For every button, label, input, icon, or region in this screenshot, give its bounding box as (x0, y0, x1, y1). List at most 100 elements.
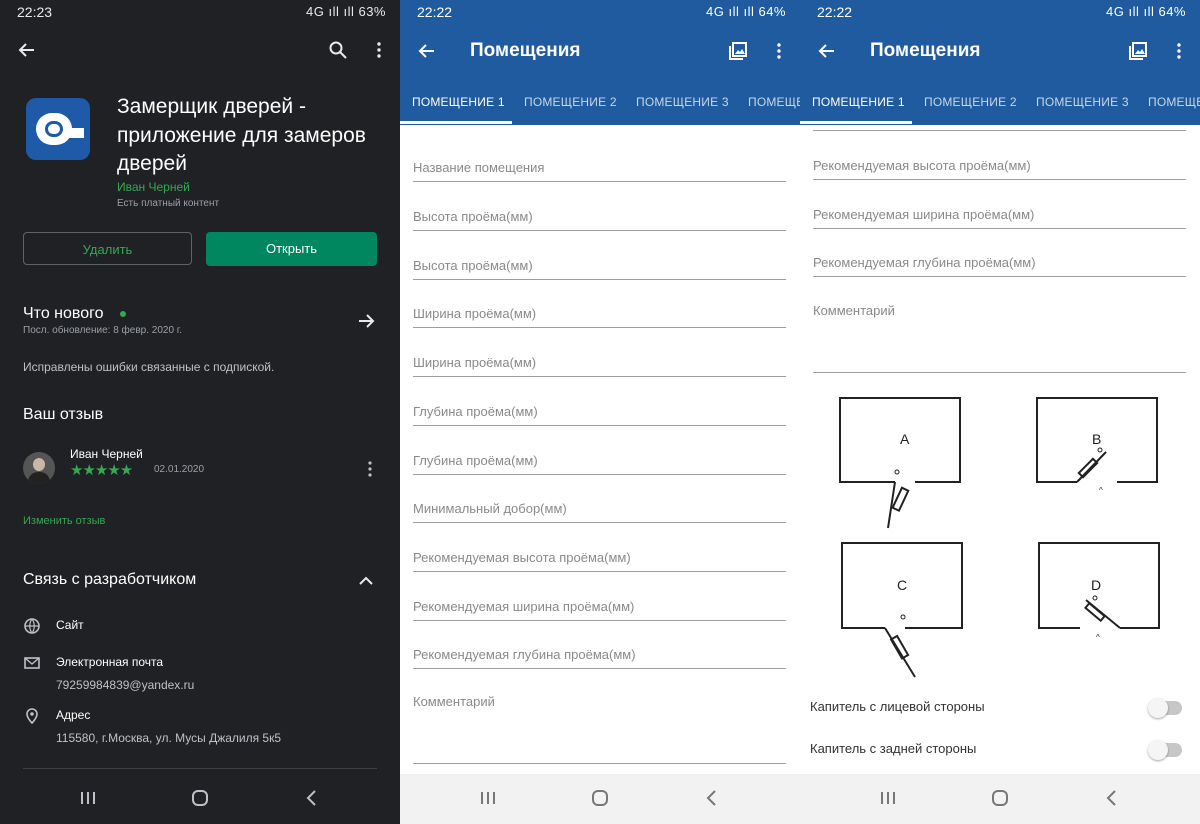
more-vert-icon[interactable] (1170, 42, 1188, 60)
opening-width-field-2[interactable] (413, 354, 786, 377)
opening-width-field-1[interactable] (413, 305, 786, 328)
status-bar: 22:23 4G ıll ıll 63% (0, 0, 400, 26)
rec-height-input[interactable] (413, 550, 786, 565)
app-bar: 22:22 4G ıll ıll 64% Помещения ПОМЕЩЕНИЕ… (800, 0, 1200, 125)
diagram-marker-d: ^ (1096, 633, 1100, 642)
uninstall-button[interactable]: Удалить (23, 232, 192, 265)
address-label: Адрес (56, 708, 91, 722)
app-bar: 22:22 4G ıll ıll 64% Помещения ПОМЕЩЕНИЕ… (400, 0, 800, 125)
rec-depth-input[interactable] (813, 255, 1186, 270)
tab-room-2[interactable]: ПОМЕЩЕНИЕ 2 (924, 95, 1017, 109)
tab-room-1[interactable]: ПОМЕЩЕНИЕ 1 (412, 95, 505, 109)
recent-apps-icon[interactable] (878, 788, 898, 808)
door-diagram-a[interactable] (839, 397, 961, 529)
email-value[interactable]: 79259984839@yandex.ru (56, 678, 194, 692)
rec-width-field[interactable] (413, 598, 786, 621)
rec-width-field[interactable] (813, 206, 1186, 229)
image-icon[interactable] (1128, 41, 1148, 61)
rec-depth-field[interactable] (413, 646, 786, 669)
comment-field[interactable] (413, 693, 786, 764)
rec-height-input[interactable] (813, 158, 1186, 173)
back-arrow-icon[interactable] (818, 42, 836, 60)
rec-width-input[interactable] (813, 207, 1186, 222)
tab-room-4[interactable]: ПОМЕЩЕ (1148, 95, 1200, 109)
opening-depth-input-2[interactable] (413, 453, 786, 468)
rec-height-field[interactable] (813, 157, 1186, 180)
nav-back-icon[interactable] (702, 788, 722, 808)
system-nav-bar (0, 774, 400, 824)
rec-depth-input[interactable] (413, 647, 786, 662)
status-time: 22:23 (17, 4, 53, 20)
tab-room-4[interactable]: ПОМЕЩЕ (748, 95, 800, 109)
opening-height-input-2[interactable] (413, 258, 786, 273)
opening-width-input-1[interactable] (413, 306, 786, 321)
developer-link[interactable]: Иван Черней (117, 180, 190, 194)
review-author: Иван Черней (70, 447, 143, 461)
avatar (23, 452, 55, 484)
edit-review-link[interactable]: Изменить отзыв (23, 515, 105, 527)
back-arrow-icon[interactable] (418, 42, 436, 60)
rooms-screen-top: 22:22 4G ıll ıll 64% Помещения ПОМЕЩЕНИЕ… (400, 0, 800, 824)
recent-apps-icon[interactable] (78, 788, 98, 808)
front-capital-toggle[interactable] (1148, 698, 1182, 718)
nav-back-icon[interactable] (302, 788, 322, 808)
min-extension-input[interactable] (413, 501, 786, 516)
opening-depth-field-2[interactable] (413, 452, 786, 475)
opening-height-field-1[interactable] (413, 208, 786, 231)
tab-room-2[interactable]: ПОМЕЩЕНИЕ 2 (524, 95, 617, 109)
opening-height-field-2[interactable] (413, 257, 786, 280)
open-button[interactable]: Открыть (206, 232, 377, 266)
developer-contact-heading: Связь с разработчиком (23, 571, 197, 588)
status-indicators: 4G ıll ıll 63% (306, 4, 386, 19)
page-title: Помещения (470, 40, 581, 61)
rec-width-input[interactable] (413, 599, 786, 614)
comment-input[interactable] (413, 694, 786, 709)
min-extension-field[interactable] (413, 500, 786, 523)
room-name-input[interactable] (413, 160, 786, 175)
status-indicators: 4G ıll ıll 64% (706, 4, 786, 19)
more-vert-icon[interactable] (770, 42, 788, 60)
search-icon[interactable] (329, 41, 347, 59)
site-link[interactable]: Сайт (56, 618, 84, 632)
review-stars: ★★★★★ (70, 462, 133, 479)
home-icon[interactable] (590, 788, 610, 808)
diagram-marker-b: ^ (1099, 486, 1103, 495)
tab-room-3[interactable]: ПОМЕЩЕНИЕ 3 (1036, 95, 1129, 109)
tab-room-3[interactable]: ПОМЕЩЕНИЕ 3 (636, 95, 729, 109)
review-date: 02.01.2020 (154, 464, 205, 475)
rec-depth-field[interactable] (813, 254, 1186, 277)
room-name-field[interactable] (413, 159, 786, 182)
status-bar: 22:22 4G ıll ıll 64% (800, 0, 1200, 26)
more-vert-icon[interactable] (370, 41, 388, 59)
active-tab-indicator (400, 121, 512, 124)
nav-back-icon[interactable] (1102, 788, 1122, 808)
comment-field[interactable] (813, 302, 1186, 373)
globe-icon (24, 618, 40, 634)
opening-height-input-1[interactable] (413, 209, 786, 224)
opening-width-input-2[interactable] (413, 355, 786, 370)
your-review-heading: Ваш отзыв (23, 406, 104, 423)
recent-apps-icon[interactable] (478, 788, 498, 808)
tab-room-1[interactable]: ПОМЕЩЕНИЕ 1 (812, 95, 905, 109)
door-diagram-c[interactable] (841, 542, 963, 678)
opening-depth-field-1[interactable] (413, 403, 786, 426)
app-icon (26, 98, 90, 160)
back-arrow-icon[interactable] (18, 41, 36, 59)
back-capital-toggle[interactable] (1148, 740, 1182, 760)
diagram-label-a: A (900, 431, 910, 447)
address-value[interactable]: 115580, г.Москва, ул. Мусы Джалиля 5к5 (56, 731, 281, 745)
image-icon[interactable] (728, 41, 748, 61)
front-capital-label: Капитель с лицевой стороны (810, 699, 985, 714)
comment-input[interactable] (813, 303, 1186, 318)
chevron-up-icon[interactable] (357, 572, 375, 590)
home-icon[interactable] (990, 788, 1010, 808)
arrow-forward-icon[interactable] (357, 312, 375, 330)
review-more-icon[interactable] (361, 460, 379, 478)
rec-height-field[interactable] (413, 549, 786, 572)
home-icon[interactable] (190, 788, 210, 808)
status-time: 22:22 (817, 4, 853, 20)
page-title: Помещения (870, 40, 981, 61)
door-diagram-grid: A B ^ C D ^ (839, 397, 1160, 678)
opening-depth-input-1[interactable] (413, 404, 786, 419)
diagram-label-b: B (1092, 431, 1101, 447)
